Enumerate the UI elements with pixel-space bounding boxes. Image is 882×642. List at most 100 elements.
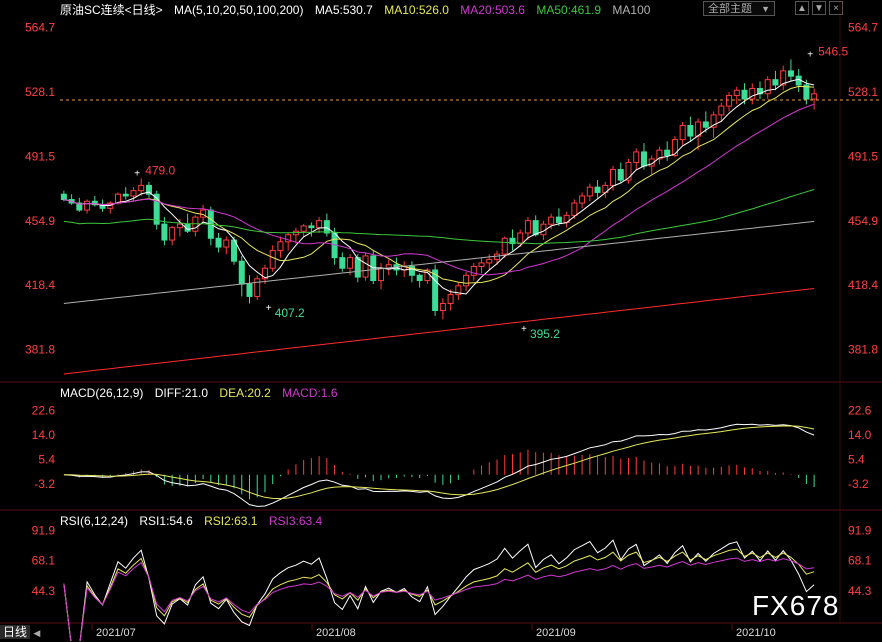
rsi1-value: RSI1:54.6 — [139, 514, 193, 528]
down-arrow-button[interactable]: ▼ — [812, 1, 826, 15]
ma-params[interactable]: MA(5,10,20,50,100,200) — [174, 3, 303, 17]
candle-body — [432, 269, 439, 312]
candle-body — [377, 267, 385, 282]
candle-body — [517, 232, 524, 245]
rsi-tick-left: 91.9 — [32, 523, 56, 537]
macd-tick-right: 22.6 — [848, 404, 872, 418]
candle-body — [764, 79, 771, 95]
rsi-tick-left: 44.3 — [32, 584, 56, 598]
price-tick-right: 564.7 — [848, 20, 878, 34]
price-tick-left: 454.9 — [25, 214, 55, 228]
candle-body — [161, 223, 168, 241]
candle-body — [339, 257, 346, 269]
period-tab[interactable]: 日线 ◀ — [0, 624, 60, 641]
price-tick-left: 491.5 — [25, 149, 55, 163]
candle-body — [594, 186, 601, 193]
watermark: FX678 — [752, 590, 840, 621]
candle-body — [486, 258, 493, 264]
candle-body — [617, 169, 624, 181]
macd-tick-left: -3.2 — [34, 477, 55, 491]
candle-body — [811, 93, 818, 100]
theme-select[interactable]: 全部主题 ▼ — [703, 1, 775, 16]
candle-body — [733, 89, 740, 97]
price-tick-right: 418.4 — [848, 278, 878, 292]
x-tick-label: 2021/09 — [536, 627, 576, 639]
candle-body — [718, 105, 725, 116]
candle-body — [447, 294, 454, 304]
annotation-label: 546.5 — [818, 44, 848, 58]
candle-body — [787, 70, 794, 77]
ma100-value: MA100 — [612, 3, 651, 17]
rsi-header: RSI(6,12,24) RSI1:54.6 RSI2:63.1 RSI3:63… — [60, 513, 330, 529]
annotation-marker: + — [807, 49, 813, 60]
ma50-value: MA50:461.9 — [536, 3, 602, 17]
candle-body — [84, 200, 91, 211]
candle-body — [138, 184, 145, 192]
candle-body — [532, 220, 539, 236]
macd-diff-line — [63, 423, 815, 507]
rsi-params[interactable]: RSI(6,12,24) — [60, 514, 128, 528]
macd-tick-right: -3.2 — [848, 477, 869, 491]
candle-body — [169, 227, 176, 241]
candle-body — [679, 124, 686, 141]
ma10-value: MA10:526.0 — [384, 3, 449, 17]
candle-body — [316, 220, 323, 229]
candle-body — [122, 193, 129, 197]
rsi-tick-left: 68.1 — [32, 554, 56, 568]
candle-body — [347, 257, 354, 269]
x-tick-label: 2021/08 — [316, 627, 356, 639]
rsi2-value: RSI2:63.1 — [204, 514, 258, 528]
price-tick-right: 381.8 — [848, 343, 878, 357]
ma5-value: MA5:530.7 — [314, 3, 373, 17]
candle-body — [555, 216, 562, 223]
main-header: 原油SC连续<日线> MA(5,10,20,50,100,200) MA5:53… — [60, 2, 658, 18]
macd-tick-right: 14.0 — [848, 428, 872, 442]
macd-dea-line — [63, 425, 815, 500]
price-tick-left: 381.8 — [25, 343, 55, 357]
rsi-tick-right: 91.9 — [848, 523, 872, 537]
candle-body — [741, 89, 748, 100]
macd-params[interactable]: MACD(26,12,9) — [60, 386, 143, 400]
candle-body — [223, 239, 230, 248]
candle-body — [215, 237, 222, 248]
macd-tick-left: 5.4 — [38, 452, 55, 466]
candle-body — [60, 193, 67, 200]
candle-body — [501, 237, 508, 255]
ma100-line — [63, 220, 815, 304]
candle-body — [416, 274, 423, 282]
close-button[interactable]: × — [829, 1, 843, 15]
candle-body — [687, 124, 694, 137]
price-tick-right: 454.9 — [848, 214, 878, 228]
annotation-marker: + — [521, 324, 527, 335]
period-tab-label: 日线 — [0, 625, 31, 639]
ma5-line — [63, 78, 815, 295]
candle-body — [323, 220, 330, 234]
candle-body — [463, 274, 470, 287]
candle-body — [586, 186, 593, 197]
ma20-line — [63, 103, 815, 276]
price-tick-left: 418.4 — [25, 278, 55, 292]
candle-body — [439, 302, 446, 312]
theme-select-label: 全部主题 — [708, 3, 752, 15]
candle-body — [640, 151, 647, 167]
annotation-marker: + — [266, 303, 272, 314]
candle-body — [772, 79, 779, 86]
price-chart: 564.7 564.7 528.1 528.1 491.5 491.5 454.9 454.9… — [0, 0, 882, 641]
rsi1-line — [63, 539, 815, 641]
rsi3-value: RSI3:63.4 — [268, 514, 323, 528]
price-tick-right: 491.5 — [848, 149, 878, 163]
candle-body — [277, 241, 284, 252]
x-tick-label: 2021/10 — [736, 627, 776, 639]
triangle-left-icon: ◀ — [33, 628, 41, 638]
annotation-marker: + — [134, 168, 140, 179]
candle-body — [633, 151, 640, 163]
period-label[interactable]: <日线> — [125, 3, 163, 17]
rsi-tick-right: 68.1 — [848, 554, 872, 568]
chevron-down-icon: ▼ — [761, 4, 770, 14]
price-tick-left: 528.1 — [25, 85, 55, 99]
candle-body — [362, 255, 369, 278]
up-arrow-button[interactable]: ▲ — [795, 1, 809, 15]
candle-body — [246, 283, 253, 297]
candle-body — [726, 95, 733, 107]
ma200-line — [63, 288, 815, 375]
